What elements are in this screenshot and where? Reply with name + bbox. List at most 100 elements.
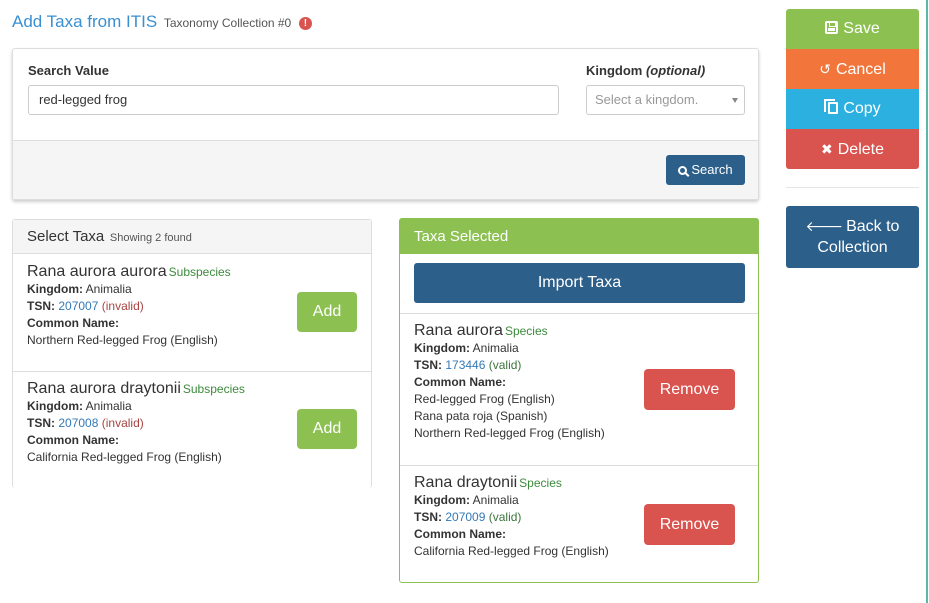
search-value-label: Search Value — [28, 63, 109, 78]
taxon-name: Rana aurora draytonii Subspecies — [27, 380, 357, 398]
kingdom-label-text: Kingdom — [586, 63, 643, 78]
tsn-link[interactable]: 207007 — [58, 299, 98, 313]
list-item: Rana aurora aurora Subspecies Kingdom: An… — [13, 254, 371, 372]
kingdom-value: Animalia — [472, 341, 519, 355]
undo-icon: ↺ — [819, 61, 831, 77]
search-icon — [678, 166, 688, 175]
kingdom-field-label: Kingdom: — [414, 493, 470, 507]
tsn-field-label: TSN: — [414, 358, 442, 372]
tsn-field-label: TSN: — [27, 416, 55, 430]
taxon-rank: Species — [504, 324, 548, 338]
kingdom-value: Animalia — [472, 493, 519, 507]
taxon-common-label: Common Name: — [414, 526, 609, 543]
back-to-collection-button[interactable]: 🡐 Back to Collection — [786, 206, 919, 268]
tsn-status: (valid) — [488, 510, 522, 524]
save-button-label: Save — [843, 20, 880, 37]
kingdom-select-placeholder: Select a kingdom. — [595, 92, 699, 107]
common-name: California Red-legged Frog (English) — [414, 544, 609, 558]
kingdom-label: Kingdom (optional) — [586, 63, 705, 78]
common-name-field-label: Common Name: — [414, 375, 507, 389]
common-name: Northern Red-legged Frog (English) — [414, 426, 605, 440]
taxon-rank: Subspecies — [182, 382, 245, 396]
back-button-line2: Collection — [817, 239, 888, 256]
selected-taxon: Rana aurora Species Kingdom: Animalia TSN… — [414, 322, 605, 442]
tsn-status: (valid) — [488, 358, 522, 372]
taxon-name: Rana aurora Species — [414, 322, 605, 340]
common-name-field-label: Common Name: — [414, 527, 507, 541]
kingdom-field-label: Kingdom: — [27, 282, 83, 296]
taxa-selected-panel: Taxa Selected Import Taxa Rana aurora Spe… — [399, 218, 759, 583]
add-taxon-button[interactable]: Add — [297, 292, 357, 332]
page-subtitle: Taxonomy Collection #0 — [163, 16, 292, 30]
tsn-link[interactable]: 207009 — [445, 510, 485, 524]
delete-button[interactable]: ✖ Delete — [786, 129, 919, 169]
search-input[interactable]: red-legged frog — [28, 85, 559, 115]
import-taxa-button[interactable]: Import Taxa — [414, 263, 745, 303]
tsn-status: (invalid) — [101, 299, 144, 313]
taxon-tsn: TSN: 173446 (valid) — [414, 357, 605, 374]
taxon-name: Rana draytonii Species — [414, 474, 609, 492]
common-name-field-label: Common Name: — [27, 433, 120, 447]
select-taxa-title: Select Taxa — [27, 228, 105, 245]
results-count: Showing 2 found — [109, 232, 192, 244]
kingdom-select[interactable]: Select a kingdom. — [586, 85, 745, 115]
tsn-link[interactable]: 207008 — [58, 416, 98, 430]
common-name: Northern Red-legged Frog (English) — [27, 333, 218, 347]
cancel-button-label: Cancel — [835, 61, 886, 78]
exclamation-circle-icon[interactable]: ! — [298, 17, 312, 30]
floppy-disk-icon — [825, 21, 839, 34]
taxon-kingdom: Kingdom: Animalia — [414, 492, 609, 509]
arrow-left-icon: 🡐 — [805, 218, 844, 234]
tsn-link[interactable]: 173446 — [445, 358, 485, 372]
kingdom-field-label: Kingdom: — [27, 399, 83, 413]
taxon-name-text: Rana draytonii — [414, 474, 518, 491]
taxon-name-text: Rana aurora draytonii — [27, 380, 181, 397]
page-title-text: Add Taxa from ITIS — [12, 12, 158, 31]
list-item: Rana draytonii Species Kingdom: Animalia … — [414, 474, 609, 560]
copy-button-label: Copy — [843, 100, 881, 117]
search-panel-footer — [13, 140, 758, 199]
page-right-border — [926, 0, 928, 603]
copy-button[interactable]: Copy — [786, 89, 919, 129]
save-button[interactable]: Save — [786, 9, 919, 49]
list-item: Rana aurora draytonii Subspecies Kingdom:… — [13, 372, 371, 488]
common-name-field-label: Common Name: — [27, 316, 120, 330]
kingdom-value: Animalia — [85, 282, 132, 296]
common-name: Rana pata roja (Spanish) — [414, 409, 548, 423]
select-taxa-header: Select Taxa Showing 2 found — [13, 220, 371, 254]
divider — [400, 313, 758, 314]
list-item: Rana aurora Species Kingdom: Animalia TSN… — [414, 322, 605, 442]
search-button[interactable]: Search — [666, 155, 745, 185]
tsn-field-label: TSN: — [414, 510, 442, 524]
divider — [400, 465, 758, 466]
kingdom-value: Animalia — [85, 399, 132, 413]
search-panel: Search Value red-legged frog Kingdom (op… — [12, 48, 759, 200]
taxon-rank: Species — [519, 476, 562, 490]
select-taxa-panel: Select Taxa Showing 2 found Rana aurora … — [12, 219, 372, 488]
delete-button-label: Delete — [837, 141, 884, 158]
divider — [786, 187, 919, 188]
taxon-common-label: Common Name: — [414, 374, 605, 391]
common-name: California Red-legged Frog (English) — [27, 450, 222, 464]
taxon-tsn: TSN: 207009 (valid) — [414, 509, 609, 526]
add-taxon-button[interactable]: Add — [297, 409, 357, 449]
taxon-kingdom: Kingdom: Animalia — [414, 340, 605, 357]
selected-taxon: Rana draytonii Species Kingdom: Animalia … — [414, 474, 609, 560]
remove-taxon-button[interactable]: Remove — [644, 369, 735, 410]
kingdom-field-label: Kingdom: — [414, 341, 470, 355]
times-icon: ✖ — [821, 141, 833, 157]
tsn-status: (invalid) — [101, 416, 144, 430]
back-button-line1: Back to — [846, 218, 900, 235]
cancel-button[interactable]: ↺ Cancel — [786, 49, 919, 89]
tsn-field-label: TSN: — [27, 299, 55, 313]
kingdom-optional-text: (optional) — [645, 63, 706, 78]
taxon-name: Rana aurora aurora Subspecies — [27, 263, 357, 281]
taxon-name-text: Rana aurora — [414, 322, 503, 339]
search-button-label: Search — [691, 162, 733, 177]
remove-taxon-button[interactable]: Remove — [644, 504, 735, 545]
taxon-rank: Subspecies — [168, 265, 231, 279]
common-name: Red-legged Frog (English) — [414, 392, 555, 406]
copy-icon — [824, 99, 839, 114]
page-title: Add Taxa from ITIS Taxonomy Collection #… — [12, 12, 312, 32]
taxa-selected-header: Taxa Selected — [400, 219, 758, 254]
